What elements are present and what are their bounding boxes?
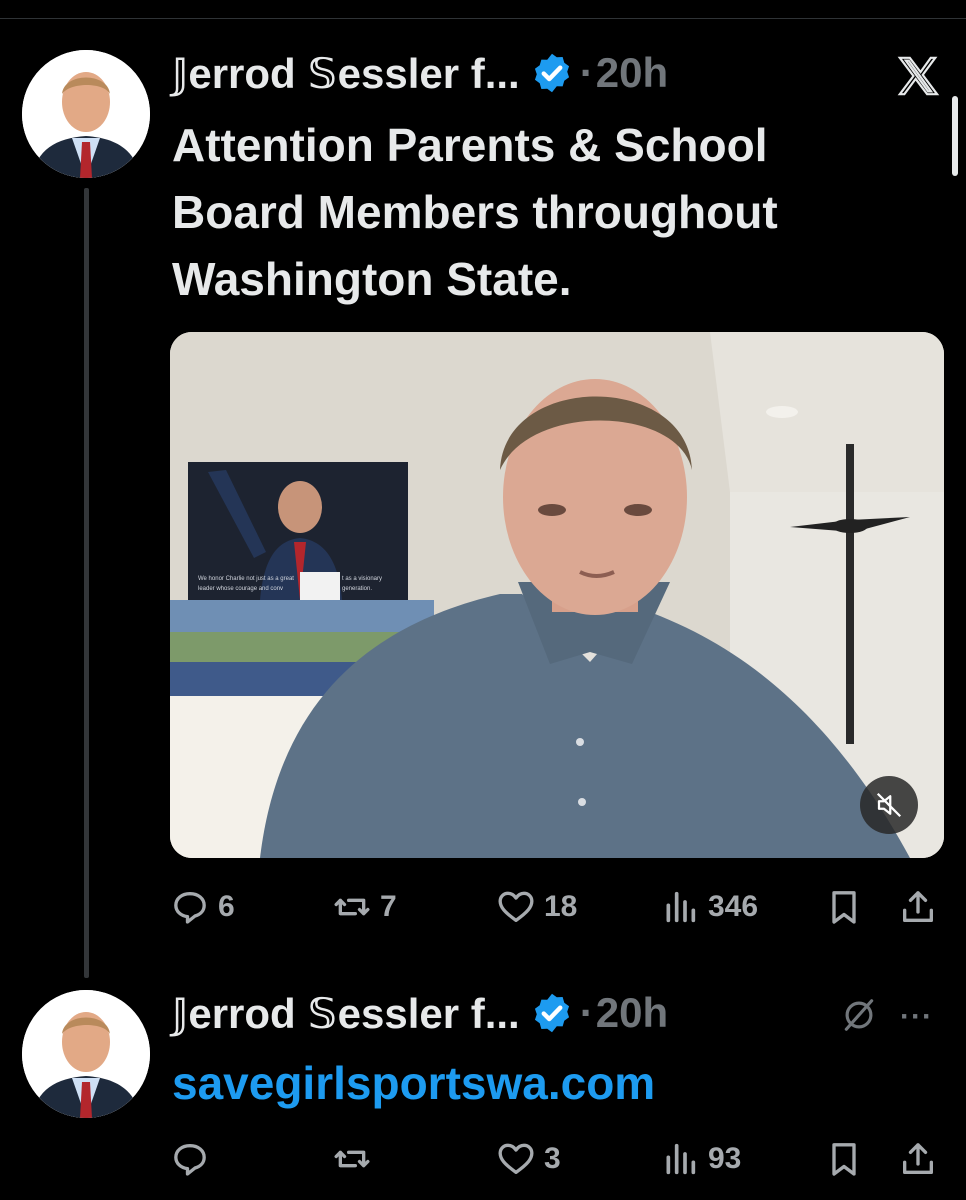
tweet-header: 𝕁errod 𝕊essler f... · 20h [172,48,668,98]
mute-button[interactable] [860,776,918,834]
author-name[interactable]: 𝕁errod 𝕊essler f... [172,49,520,98]
grok-icon[interactable] [840,996,878,1034]
share-button[interactable] [898,882,938,932]
like-button[interactable]: 3 [496,1134,561,1184]
timestamp[interactable]: 20h [596,989,668,1037]
scrollbar[interactable] [952,96,958,176]
repost-button[interactable] [332,1134,380,1184]
like-count: 18 [544,890,578,923]
reply-icon [174,892,206,924]
poster-caption-4: generation. [342,586,372,592]
more-icon[interactable]: ··· [900,1000,940,1033]
bookmark-button[interactable] [824,882,864,932]
verified-badge-icon [534,53,569,93]
repost-count: 7 [380,890,397,923]
share-icon [903,891,933,922]
bookmark-icon [832,891,856,924]
thread-line [84,188,89,978]
views-icon [666,1143,696,1175]
views-button[interactable]: 93 [660,1134,741,1184]
reply-button[interactable] [170,1134,218,1184]
top-divider [0,18,966,19]
timestamp[interactable]: 20h [596,49,668,97]
like-count: 3 [544,1142,561,1175]
views-icon [666,891,696,923]
tweet-header: 𝕁errod 𝕊essler f... · 20h [172,988,668,1038]
tweet-actions: 3 93 [170,1134,942,1184]
poster-caption-3: t as a visionary [342,576,382,582]
video-frame: We honor Charlie not just as a great lea… [170,332,944,858]
avatar[interactable] [22,50,150,178]
separator-dot: · [579,989,594,1036]
x-logo-icon[interactable] [896,56,940,96]
views-count: 346 [708,890,759,923]
repost-icon [334,898,370,916]
like-icon [498,891,534,922]
video-player[interactable]: We honor Charlie not just as a great lea… [170,332,944,858]
mute-icon [876,792,902,818]
author-name[interactable]: 𝕁errod 𝕊essler f... [172,989,520,1038]
like-icon [498,1143,534,1174]
repost-button[interactable]: 7 [332,882,397,932]
bookmark-icon [832,1143,856,1176]
like-button[interactable]: 18 [496,882,577,932]
reply-button[interactable]: 6 [170,882,235,932]
bookmark-button[interactable] [824,1134,864,1184]
tweet-link[interactable]: savegirlsportswa.com [172,1056,655,1110]
repost-icon [334,1150,370,1168]
tweet-actions: 6 7 18 346 [170,882,942,932]
avatar[interactable] [22,990,150,1118]
share-button[interactable] [898,1134,938,1184]
share-icon [903,1143,933,1174]
poster-caption-1: We honor Charlie not just as a great [198,576,294,582]
reply-count: 6 [218,890,235,923]
views-button[interactable]: 346 [660,882,758,932]
verified-badge-icon [534,993,569,1033]
tweet-text: Attention Parents & School Board Members… [172,119,778,305]
separator-dot: · [579,49,594,96]
reply-icon [174,1144,206,1176]
views-count: 93 [708,1142,742,1175]
poster-caption-2: leader whose courage and conv [198,586,283,592]
